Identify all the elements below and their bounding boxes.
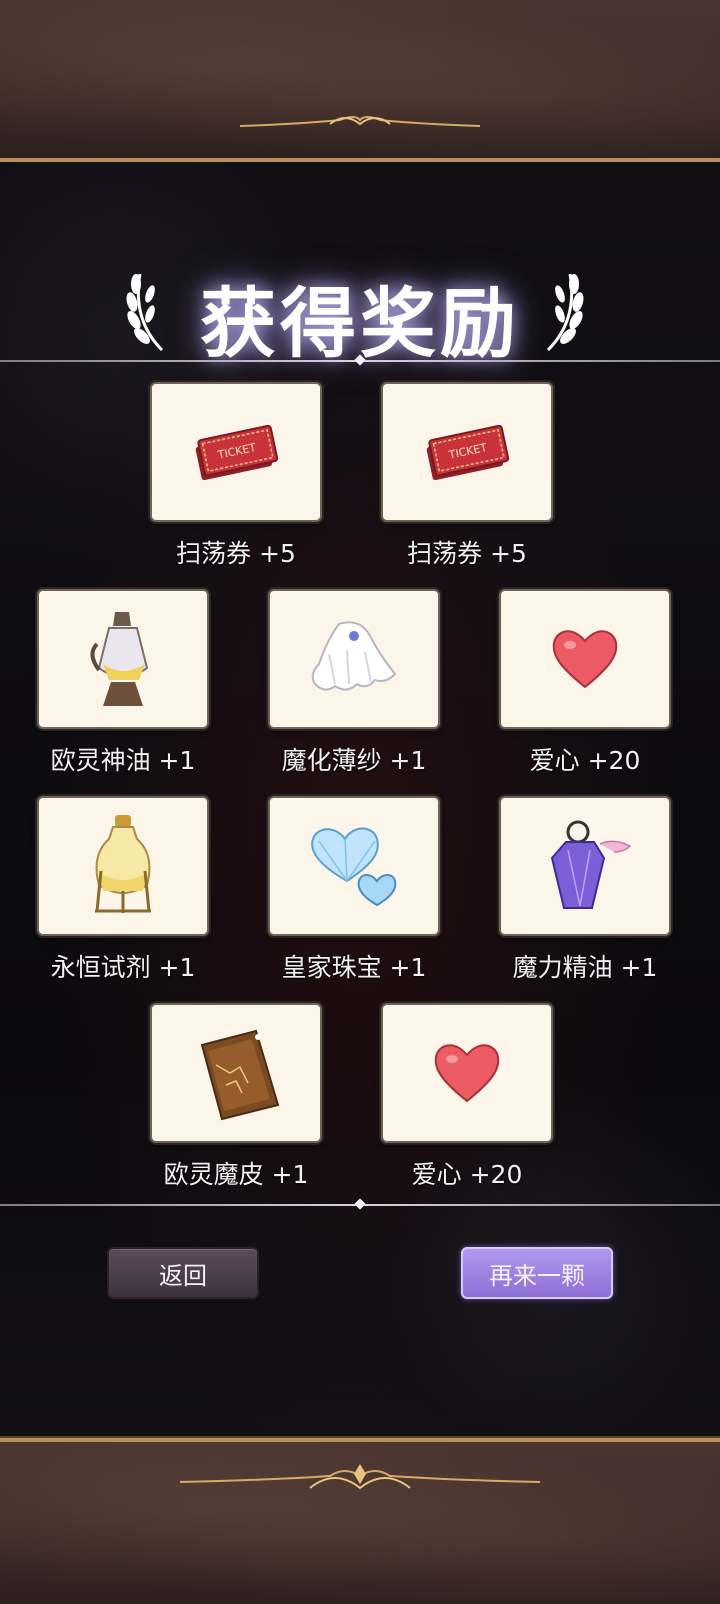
leather-scroll-icon: [200, 1029, 280, 1121]
heart-icon: [434, 1044, 500, 1103]
ticket-icon: TICKET: [426, 424, 510, 481]
reward-label: 皇家珠宝 +1: [281, 953, 427, 982]
reward-label: 扫荡券 +5: [176, 539, 296, 568]
reward-label: 欧灵神油 +1: [50, 746, 196, 775]
reward-label: 永恒试剂 +1: [50, 953, 196, 982]
reward-card[interactable]: [37, 589, 209, 729]
reward-label: 欧灵魔皮 +1: [163, 1160, 309, 1189]
bottom-frame: [0, 1438, 720, 1604]
draw-again-button[interactable]: 再来一颗: [461, 1247, 613, 1299]
reward-card[interactable]: TICKET: [150, 382, 322, 522]
oil-flask-icon: [90, 612, 149, 706]
reward-card[interactable]: [268, 796, 440, 936]
gold-ornament-icon: [180, 1464, 540, 1490]
top-divider: [0, 354, 720, 366]
reward-panel: 获得奖励 TICKET 扫荡券 +5 TICKET 扫荡券 +5 欧灵神油 +1…: [0, 162, 720, 1438]
gold-ornament-icon: [240, 116, 480, 127]
purple-vial-icon: [550, 820, 632, 909]
potion-bottle-icon: [95, 815, 151, 913]
back-button[interactable]: 返回: [107, 1247, 259, 1299]
bottom-divider: [0, 1198, 720, 1210]
reward-card[interactable]: [150, 1003, 322, 1143]
heart-icon: [552, 630, 618, 689]
veil-icon: [311, 621, 397, 691]
reward-label: 魔化薄纱 +1: [281, 746, 427, 775]
reward-card[interactable]: [37, 796, 209, 936]
ticket-icon: TICKET: [195, 424, 279, 481]
reward-label: 爱心 +20: [411, 1160, 523, 1189]
reward-card[interactable]: [499, 589, 671, 729]
reward-card[interactable]: [499, 796, 671, 936]
reward-label: 爱心 +20: [529, 746, 641, 775]
reward-card[interactable]: [381, 1003, 553, 1143]
reward-card[interactable]: [268, 589, 440, 729]
reward-label: 魔力精油 +1: [512, 953, 658, 982]
reward-label: 扫荡券 +5: [407, 539, 527, 568]
reward-card[interactable]: TICKET: [381, 382, 553, 522]
laurel-right-icon: [546, 273, 584, 352]
diamond-hearts-icon: [311, 827, 397, 907]
top-frame: [0, 0, 720, 162]
